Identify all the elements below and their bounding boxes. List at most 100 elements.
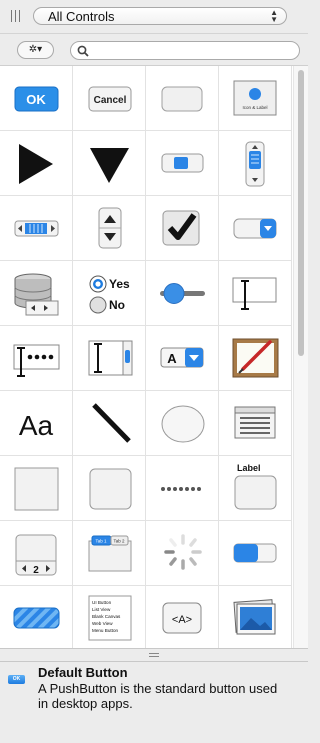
oval-shape-icon <box>161 405 205 443</box>
group-box-label: Label <box>237 463 261 473</box>
tab-2-label: Tab 2 <box>113 539 125 544</box>
rectangle-shape-icon <box>14 467 59 511</box>
progress-bar-preview <box>13 607 60 629</box>
library-item-image-button[interactable]: Icon & Label <box>219 66 292 131</box>
library-item-oval[interactable] <box>146 391 219 456</box>
popup-arrows-icon: ▲ ▼ <box>270 8 278 24</box>
library-scrollbar[interactable] <box>293 66 308 648</box>
cancel-button-preview: Cancel <box>88 86 132 112</box>
library-item-group-box[interactable]: Label <box>219 456 292 521</box>
library-item-progress-wheel[interactable] <box>146 521 219 586</box>
library-item-disclosure-triangle[interactable] <box>0 131 73 196</box>
database-icon <box>14 273 59 316</box>
radio-yes-label: Yes <box>109 277 130 291</box>
horizontal-scrollbar-preview <box>161 153 204 173</box>
password-field-preview <box>13 344 60 377</box>
tab-panel-preview: Tab 1 Tab 2 <box>88 535 132 572</box>
checkbox-icon <box>162 210 200 246</box>
library-item-image-well[interactable] <box>219 586 292 648</box>
library-item-secure-text-field[interactable] <box>0 326 73 391</box>
library-item-container[interactable]: <A> <box>146 586 219 648</box>
sidebar-toggle-icon[interactable] <box>11 10 21 22</box>
list-row-2: List View <box>92 607 111 612</box>
library-item-separator[interactable] <box>146 456 219 521</box>
library-item-popup-menu[interactable]: A <box>146 326 219 391</box>
library-item-page-panel[interactable]: 2 <box>0 521 73 586</box>
text-field-preview <box>232 277 277 310</box>
library-item-rectangle[interactable] <box>0 456 73 521</box>
container-preview: <A> <box>162 602 202 634</box>
library-toolbar: All Controls ▲ ▼ <box>0 0 308 34</box>
library-item-canvas[interactable] <box>219 326 292 391</box>
bevel-button-preview <box>161 86 203 112</box>
listbox-preview: UI Button List View Blank Canvas Web Vie… <box>88 595 132 641</box>
library-item-line[interactable] <box>73 391 146 456</box>
library-item-checkbox[interactable] <box>146 196 219 261</box>
library-item-rounded-rectangle[interactable] <box>73 456 146 521</box>
library-item-tab-panel[interactable]: Tab 1 Tab 2 <box>73 521 146 586</box>
split-divider[interactable] <box>0 648 308 662</box>
window-icon <box>234 406 276 439</box>
library-item-up-down-stepper[interactable] <box>73 196 146 261</box>
popup-menu-preview: A <box>160 347 204 368</box>
library-item-radio-group[interactable]: Yes No <box>73 261 146 326</box>
search-field[interactable] <box>70 41 300 60</box>
library-item-progress-bar[interactable] <box>0 586 73 648</box>
switch-preview <box>233 543 277 563</box>
library-item-slider[interactable] <box>146 261 219 326</box>
library-item-label[interactable]: Aa <box>0 391 73 456</box>
filter-bar: ✲▾ <box>0 34 308 66</box>
default-button-icon: OK <box>8 675 25 684</box>
scrollbar-thumb[interactable] <box>298 70 304 356</box>
library-item-default-button[interactable]: OK <box>0 66 73 131</box>
action-menu-button[interactable]: ✲▾ <box>17 41 54 59</box>
divider-grip-icon <box>149 653 159 659</box>
library-item-database[interactable] <box>0 261 73 326</box>
library-item-horizontal-scrollbar[interactable] <box>146 131 219 196</box>
progress-dots-icon <box>161 487 201 491</box>
paint-canvas-icon <box>232 338 279 378</box>
font-preview: Aa <box>19 410 54 441</box>
library-item-text-area[interactable] <box>73 326 146 391</box>
text-area-preview <box>88 340 133 376</box>
default-button-preview: OK <box>14 86 59 112</box>
library-item-vertical-stepper[interactable] <box>219 131 292 196</box>
vertical-scroller-preview <box>245 141 265 187</box>
popup-button-preview <box>233 218 277 239</box>
library-item-popup-button[interactable] <box>219 196 292 261</box>
library-item-disclosure-down[interactable] <box>73 131 146 196</box>
group-box-preview: Label <box>234 463 277 510</box>
line-shape-icon <box>92 403 131 443</box>
library-item-html-viewer[interactable] <box>219 391 292 456</box>
popup-letter: A <box>167 351 177 366</box>
library-category-popup[interactable]: All Controls ▲ ▼ <box>33 7 287 25</box>
icon-label-text: Icon & Label <box>242 105 267 110</box>
container-token: <A> <box>172 614 192 626</box>
library-item-listbox[interactable]: UI Button List View Blank Canvas Web Vie… <box>73 586 146 648</box>
library-item-text-field[interactable] <box>219 261 292 326</box>
rounded-rectangle-icon <box>89 468 132 510</box>
page-number: 2 <box>33 565 39 576</box>
library-item-bevel-button[interactable] <box>146 66 219 131</box>
radio-group-preview: Yes No <box>89 275 130 314</box>
disclosure-right-icon <box>19 144 53 184</box>
ok-label: OK <box>26 92 46 107</box>
library-item-switch[interactable] <box>219 521 292 586</box>
disclosure-down-icon <box>90 148 129 183</box>
horizontal-slider-control-preview <box>14 220 59 237</box>
item-details-panel: OK Default Button A PushButton is the st… <box>0 662 308 743</box>
spinner-icon <box>164 534 202 570</box>
page-panel-preview: 2 <box>15 534 57 576</box>
radio-no-label: No <box>109 298 125 312</box>
item-title: Default Button <box>38 665 128 680</box>
item-description: A PushButton is the standard button used… <box>38 681 278 711</box>
library-item-segmented-scroller[interactable] <box>0 196 73 261</box>
list-row-1: UI Button <box>92 600 112 605</box>
library-item-cancel-button[interactable]: Cancel <box>73 66 146 131</box>
library-category-value: All Controls <box>48 9 115 24</box>
tab-1-label: Tab 1 <box>95 539 107 544</box>
font-sample-text: Aa <box>19 410 54 441</box>
search-input[interactable] <box>93 43 297 59</box>
list-row-3: Blank Canvas <box>92 614 121 619</box>
cancel-label: Cancel <box>94 95 127 106</box>
